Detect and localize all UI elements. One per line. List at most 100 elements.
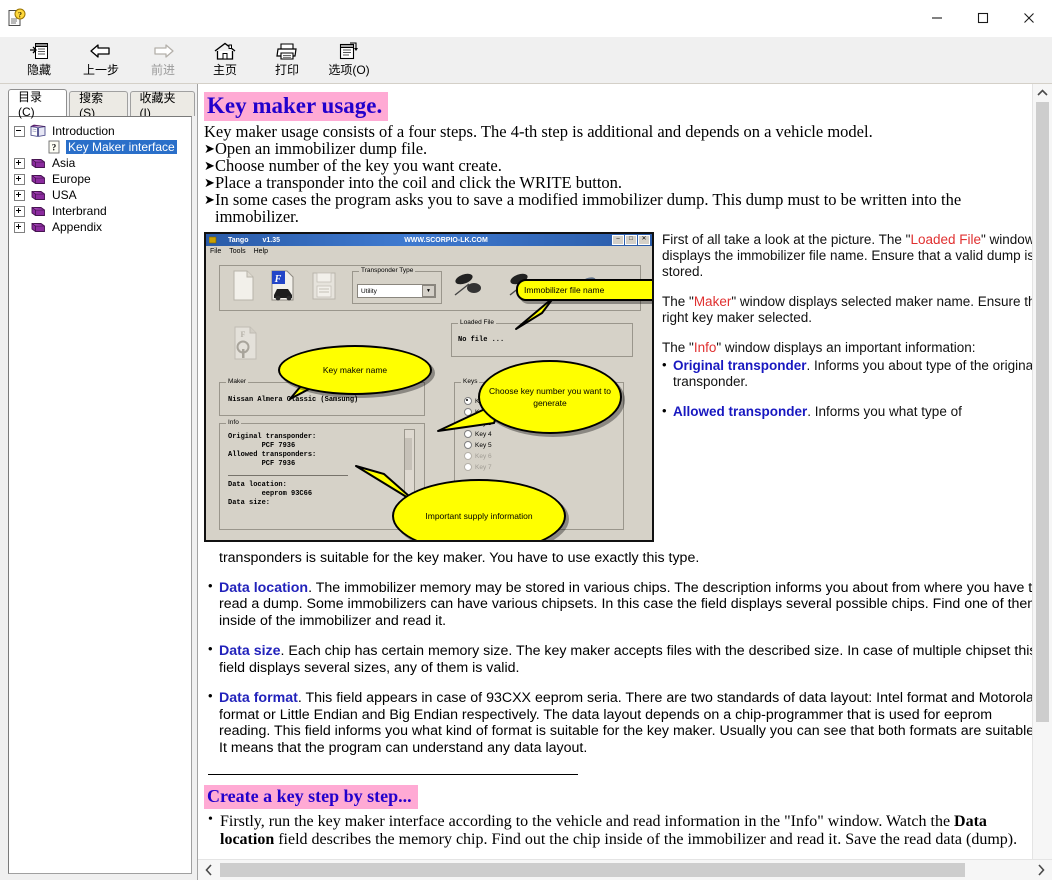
chevron-down-icon[interactable]: ▼ — [422, 285, 435, 297]
scroll-up-arrow-icon[interactable] — [1033, 84, 1052, 102]
callout-text: Immobilizer file name — [524, 285, 604, 295]
step-item: ➤ Choose number of the key you want crea… — [204, 157, 1032, 174]
horizontal-scrollbar[interactable] — [198, 859, 1052, 880]
tango-window-controls: – □ ✕ — [612, 235, 650, 245]
tab-contents[interactable]: 目录(C) — [8, 89, 67, 116]
key-radio-5[interactable]: Key 5 — [464, 441, 492, 449]
svg-text:?: ? — [52, 143, 57, 153]
vertical-scroll-thumb[interactable] — [1036, 102, 1049, 722]
toolbar-options-label: 选项(O) — [328, 63, 369, 77]
arrow-bullet-icon: ➤ — [204, 140, 215, 157]
tree-item-appendix[interactable]: Appendix — [13, 219, 189, 235]
note-term-loaded-file: Loaded File — [910, 232, 981, 247]
info-line: PCF 7936 — [228, 460, 348, 469]
tab-search[interactable]: 搜索(S) — [69, 91, 127, 116]
close-button[interactable] — [1006, 0, 1052, 36]
tree-item-usa[interactable]: USA — [13, 187, 189, 203]
horizontal-scroll-track[interactable] — [220, 860, 1030, 880]
tree-item-key-maker-interface[interactable]: ? Key Maker interface — [13, 139, 189, 155]
toolbar-back-button[interactable]: 上一步 — [70, 37, 132, 86]
tree-item-asia[interactable]: Asia — [13, 155, 189, 171]
tango-version: v1.35 — [262, 237, 280, 244]
info-line: Allowed transponders: — [228, 451, 348, 460]
transponder-type-select[interactable]: Utility ▼ — [357, 284, 436, 298]
tango-title-bar: Tango v1.35 WWW.SCORPIO-LK.COM – □ ✕ — [206, 234, 652, 246]
expand-toggle-icon[interactable] — [13, 205, 26, 218]
step-label: Choose number of the key you want create… — [215, 157, 1032, 174]
note-bullet-original-transponder: Original transponder. Informs you about … — [662, 358, 1032, 390]
topic-content: Key maker usage. Key maker usage consist… — [198, 84, 1032, 859]
open-file-car-icon: F — [268, 270, 300, 302]
bullet-text: . Each chip has certain memory size. The… — [219, 643, 1032, 676]
tree-item-introduction[interactable]: Introduction — [13, 123, 189, 139]
back-arrow-icon — [88, 40, 114, 62]
help-document: Key maker usage. Key maker usage consist… — [204, 92, 1032, 849]
toolbar-home-label: 主页 — [213, 63, 237, 77]
minimize-button[interactable] — [914, 0, 960, 36]
step-item: ➤ In some cases the program asks you to … — [204, 191, 1032, 225]
toolbar-print-button[interactable]: 打印 — [256, 37, 318, 86]
tango-maximize-button: □ — [625, 235, 637, 245]
note-text: The " — [662, 340, 694, 355]
bullet-data-location: Data location. The immobilizer memory ma… — [204, 580, 1032, 630]
toolbar-home-button[interactable]: 主页 — [194, 37, 256, 86]
tab-favorites[interactable]: 收藏夹(I) — [130, 91, 195, 116]
vertical-scroll-track[interactable] — [1033, 102, 1052, 859]
collapse-toggle-icon[interactable] — [13, 125, 26, 138]
window-controls — [914, 0, 1052, 36]
maker-label: Maker — [226, 378, 248, 385]
tree-item-label: Europe — [50, 172, 93, 186]
note-term: Allowed transponder — [673, 404, 807, 419]
maximize-button[interactable] — [960, 0, 1006, 36]
bullet-term: Data location — [219, 580, 308, 596]
tango-menu-tools: Tools — [229, 248, 245, 255]
toolbar-print-label: 打印 — [275, 63, 299, 77]
figure-side-notes: First of all take a look at the picture.… — [654, 232, 1032, 542]
tango-client-area: F — [206, 257, 652, 542]
body-text-block: transponders is suitable for the key mak… — [204, 550, 1032, 756]
step-label: Open an immobilizer dump file. — [215, 140, 1032, 157]
bullet-text: . This field appears in case of 93CXX ee… — [219, 690, 1032, 756]
callout-key-maker-name: Key maker name — [278, 345, 432, 395]
vertical-scrollbar[interactable] — [1032, 84, 1052, 859]
toolbar-forward-button[interactable]: 前进 — [132, 37, 194, 86]
printer-icon — [275, 40, 299, 62]
expand-toggle-icon[interactable] — [13, 173, 26, 186]
tree-item-label: Interbrand — [50, 204, 109, 218]
footer-bullet: Firstly, run the key maker interface acc… — [204, 813, 1032, 849]
bullet-term: Data size — [219, 643, 281, 659]
expand-toggle-icon[interactable] — [13, 189, 26, 202]
tango-screenshot-figure: Tango v1.35 WWW.SCORPIO-LK.COM – □ ✕ — [204, 232, 654, 542]
tango-menu-bar: File Tools Help — [206, 246, 652, 257]
note-term: Original transponder — [673, 358, 807, 373]
toolbar-forward-label: 前进 — [151, 63, 175, 77]
transponder-type-value: Utility — [358, 288, 422, 295]
main-body: 目录(C) 搜索(S) 收藏夹(I) — [0, 84, 1052, 880]
tango-website: WWW.SCORPIO-LK.COM — [280, 237, 612, 244]
info-line: Data size: — [228, 499, 348, 508]
closed-book-icon — [29, 188, 47, 202]
tree-item-interbrand[interactable]: Interbrand — [13, 203, 189, 219]
horizontal-scroll-thumb[interactable] — [220, 863, 965, 877]
contents-tree: Introduction ? Key Maker interface — [9, 117, 191, 237]
scroll-right-arrow-icon[interactable] — [1030, 860, 1052, 880]
key-radio-7: Key 7 — [464, 463, 492, 471]
expand-toggle-icon[interactable] — [13, 221, 26, 234]
step-label: In some cases the program asks you to sa… — [215, 191, 1032, 225]
key-label: Key 6 — [475, 453, 492, 460]
scroll-left-arrow-icon[interactable] — [198, 860, 220, 880]
note-bullet-list: Original transponder. Informs you about … — [662, 358, 1032, 420]
tree-item-europe[interactable]: Europe — [13, 171, 189, 187]
callout-text: Key maker name — [323, 365, 387, 375]
toolbar-options-button[interactable]: 选项(O) — [318, 37, 380, 86]
radio-icon — [464, 452, 472, 460]
expand-toggle-icon[interactable] — [13, 157, 26, 170]
note-paragraph-2: The "Maker" window displays selected mak… — [662, 294, 1032, 326]
forward-arrow-icon — [150, 40, 176, 62]
note-text: First of all take a look at the picture. — [662, 232, 875, 247]
open-book-icon — [29, 124, 47, 138]
tree-item-label: Key Maker interface — [66, 140, 177, 154]
toolbar-hide-button[interactable]: 隐藏 — [8, 37, 70, 86]
tree-item-label: Asia — [50, 156, 77, 170]
bullet-data-size: Data size. Each chip has certain memory … — [204, 643, 1032, 676]
